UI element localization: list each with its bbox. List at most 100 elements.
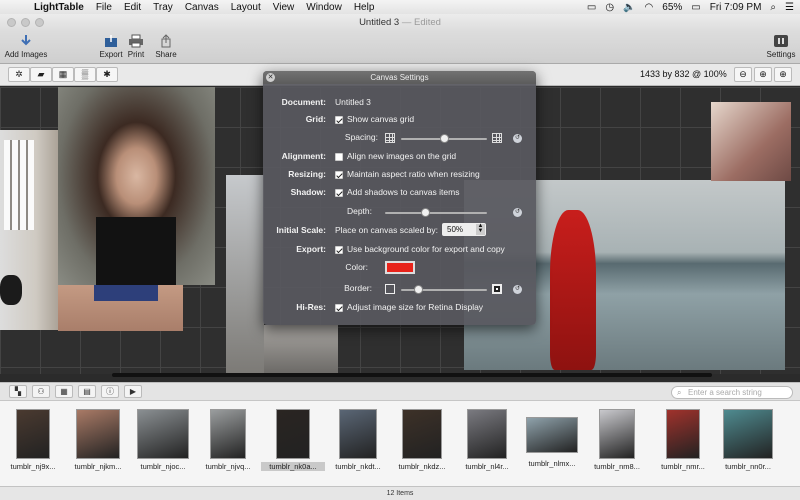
- menu-edit[interactable]: Edit: [124, 2, 141, 13]
- battery-percent[interactable]: 65%: [662, 2, 682, 13]
- thumbnail-image[interactable]: [210, 409, 246, 459]
- print-button[interactable]: Print: [126, 34, 146, 59]
- thumbnail-item[interactable]: tumblr_njoc...: [131, 409, 195, 471]
- thumbnail-image[interactable]: [402, 409, 442, 459]
- gear-menu-icon[interactable]: ✱: [96, 67, 118, 82]
- stack-icon[interactable]: ▰: [30, 67, 52, 82]
- wifi-icon[interactable]: ◠: [645, 2, 654, 13]
- use-background-checkbox[interactable]: Use background color for export and copy: [335, 244, 505, 254]
- spacing-slider-knob[interactable]: [439, 134, 449, 143]
- depth-reset-icon[interactable]: ↺: [513, 208, 522, 217]
- window-title: Untitled 3: [359, 17, 400, 28]
- thumbnail-image[interactable]: [467, 409, 507, 459]
- thumbnail-item[interactable]: tumblr_njkm...: [66, 409, 130, 471]
- thumbnail-image[interactable]: [16, 409, 50, 459]
- spacing-reset-icon[interactable]: ↺: [513, 134, 522, 143]
- time-machine-icon[interactable]: ◷: [605, 2, 614, 13]
- thumbnail-item[interactable]: tumblr_nkdt...: [326, 409, 390, 471]
- search-field[interactable]: ⌕ Enter a search string: [671, 386, 793, 399]
- thumbnail-item[interactable]: tumblr_nn0r...: [716, 409, 780, 471]
- grid-view-icon[interactable]: ▦: [55, 385, 73, 398]
- canvas-photo-window-room[interactable]: [0, 130, 60, 330]
- menu-window[interactable]: Window: [306, 2, 342, 13]
- zoom-fit-icon[interactable]: ⊕: [774, 67, 792, 82]
- thumbnail-item[interactable]: tumblr_nkdz...: [390, 409, 454, 471]
- canvas-horizontal-scrollbar[interactable]: [112, 373, 712, 377]
- battery-icon[interactable]: ▭: [691, 2, 700, 13]
- info-icon[interactable]: ⓘ: [101, 385, 119, 398]
- image-tray[interactable]: tumblr_nj9x... tumblr_njkm... tumblr_njo…: [0, 401, 800, 486]
- minimize-window-button[interactable]: [21, 18, 30, 27]
- align-images-checkbox[interactable]: Align new images on the grid: [335, 151, 456, 161]
- add-shadows-checkbox[interactable]: Add shadows to canvas items: [335, 187, 459, 197]
- adjust-retina-checkbox[interactable]: Adjust image size for Retina Display: [335, 302, 483, 312]
- border-slider-knob[interactable]: [413, 285, 423, 294]
- border-slider[interactable]: [401, 285, 487, 294]
- thumbnail-image[interactable]: [599, 409, 635, 459]
- thumbnail-item[interactable]: tumblr_nl4r...: [455, 409, 519, 471]
- canvas-photo-portrait-woman[interactable]: [58, 87, 215, 285]
- menubar-clock[interactable]: Fri 7:09 PM: [710, 2, 762, 13]
- resizing-label: Resizing:: [288, 169, 326, 179]
- scale-stepper[interactable]: 50% ▲ ▼: [442, 223, 486, 236]
- menu-view[interactable]: View: [273, 2, 295, 13]
- background-color-well[interactable]: [385, 261, 415, 274]
- spacing-slider[interactable]: [401, 134, 487, 143]
- zoom-window-button[interactable]: [35, 18, 44, 27]
- picture-icon[interactable]: ▦: [52, 67, 74, 82]
- thumbnail-image[interactable]: [76, 409, 120, 459]
- menu-help[interactable]: Help: [354, 2, 375, 13]
- thumbnail-image[interactable]: [526, 417, 578, 453]
- border-reset-icon[interactable]: ↺: [513, 285, 522, 294]
- menu-canvas[interactable]: Canvas: [185, 2, 219, 13]
- canvas-photo-window-girl[interactable]: [711, 102, 791, 181]
- thumbnail-image[interactable]: [137, 409, 189, 459]
- dither-icon[interactable]: ▒: [74, 67, 96, 82]
- show-grid-checkbox[interactable]: Show canvas grid: [335, 114, 414, 124]
- depth-slider-knob[interactable]: [421, 208, 431, 217]
- stepper-arrows-icon[interactable]: ▲ ▼: [476, 223, 485, 235]
- people-icon[interactable]: ⚇: [32, 385, 50, 398]
- add-images-button[interactable]: Add Images: [4, 34, 48, 59]
- airplay-icon[interactable]: ▭: [587, 2, 596, 13]
- thumbnail-item[interactable]: tumblr_njvq...: [196, 409, 260, 471]
- thumbnail-image[interactable]: [339, 409, 377, 459]
- slideshow-icon[interactable]: ▶: [124, 385, 142, 398]
- close-window-button[interactable]: [7, 18, 16, 27]
- menu-layout[interactable]: Layout: [231, 2, 261, 13]
- menu-file[interactable]: File: [96, 2, 112, 13]
- checkbox-unchecked-icon[interactable]: [335, 152, 343, 161]
- canvas-photo-dress[interactable]: [264, 325, 338, 374]
- thumbnail-item[interactable]: tumblr_nmr...: [651, 409, 715, 471]
- volume-icon[interactable]: 🔈: [623, 2, 635, 13]
- checkbox-checked-icon[interactable]: [335, 188, 343, 197]
- checkbox-checked-icon[interactable]: [335, 170, 343, 179]
- thumbnail-item[interactable]: tumblr_nj9x...: [1, 409, 65, 471]
- share-button[interactable]: Share: [153, 34, 179, 59]
- thumbnail-item[interactable]: tumblr_nm8...: [585, 409, 649, 471]
- export-button[interactable]: Export: [97, 34, 125, 59]
- settings-button[interactable]: Settings: [764, 34, 798, 59]
- zoom-out-icon[interactable]: ⊖: [734, 67, 752, 82]
- list-view-icon[interactable]: ▤: [78, 385, 96, 398]
- checkbox-checked-icon[interactable]: [335, 303, 343, 312]
- thumbnail-image[interactable]: [276, 409, 310, 459]
- thumbnail-item-selected[interactable]: tumblr_nk0a...: [261, 405, 325, 471]
- depth-slider[interactable]: [385, 208, 487, 217]
- checkbox-checked-icon[interactable]: [335, 245, 343, 254]
- filter-icon[interactable]: ▚: [9, 385, 27, 398]
- thumbnail-image[interactable]: [666, 409, 700, 459]
- spotlight-icon[interactable]: ⌕: [770, 2, 776, 13]
- zoom-in-icon[interactable]: ⊕: [754, 67, 772, 82]
- dialog-close-icon[interactable]: ✕: [266, 73, 275, 82]
- checkbox-checked-icon[interactable]: [335, 115, 343, 124]
- menu-app-name[interactable]: LightTable: [34, 2, 84, 13]
- thumbnail-item[interactable]: tumblr_nlmx...: [520, 409, 584, 468]
- magic-wand-icon[interactable]: ✲: [8, 67, 30, 82]
- canvas-photo-boxer[interactable]: [58, 285, 183, 331]
- thumbnail-image[interactable]: [723, 409, 773, 459]
- maintain-aspect-checkbox[interactable]: Maintain aspect ratio when resizing: [335, 169, 480, 179]
- canvas-photo-street[interactable]: [226, 175, 264, 374]
- menu-tray[interactable]: Tray: [153, 2, 173, 13]
- notification-center-icon[interactable]: ☰: [785, 2, 794, 13]
